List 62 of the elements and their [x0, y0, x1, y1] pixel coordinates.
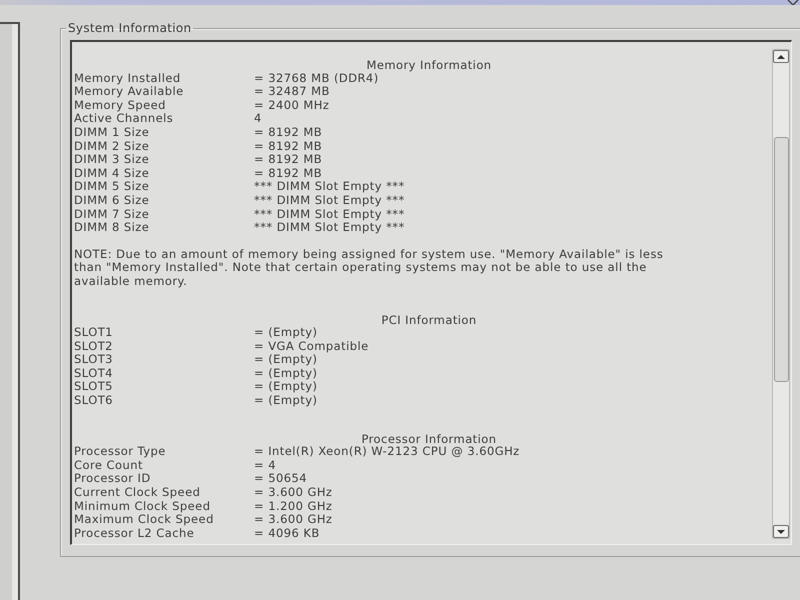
- info-value: = VGA Compatible: [254, 340, 369, 354]
- info-value: *** DIMM Slot Empty ***: [254, 194, 405, 208]
- info-value: = (Empty): [254, 380, 318, 394]
- info-value: = (Empty): [254, 353, 318, 367]
- info-label: Processor Type: [74, 445, 166, 459]
- info-label: Current Clock Speed: [74, 486, 200, 500]
- info-value: = (Empty): [254, 366, 318, 380]
- info-label: SLOT2: [74, 340, 113, 354]
- info-value: = 32768 MB (DDR4): [254, 72, 379, 86]
- info-label: Memory Installed: [74, 72, 181, 86]
- info-label: Memory Speed: [74, 98, 166, 112]
- info-value: = (Empty): [254, 394, 318, 408]
- info-label: SLOT6: [74, 394, 113, 408]
- section-heading: Memory Information: [366, 59, 492, 73]
- info-value: = (Empty): [254, 326, 318, 340]
- scroll-up-button[interactable]: [773, 50, 789, 63]
- info-label: Processor L2 Cache: [74, 526, 194, 540]
- scrollbar[interactable]: [772, 49, 790, 539]
- info-value: *** DIMM Slot Empty ***: [254, 180, 405, 194]
- scroll-thumb[interactable]: [774, 137, 788, 382]
- info-value: = 8192 MB: [254, 126, 322, 140]
- info-label: SLOT5: [74, 380, 113, 394]
- info-value: = 2400 MHz: [254, 98, 330, 112]
- info-label: SLOT3: [74, 353, 113, 367]
- info-label: DIMM 1 Size: [74, 126, 150, 140]
- info-value: = 8192 MB: [254, 153, 322, 167]
- info-value: = 4: [254, 458, 276, 472]
- close-icon[interactable]: [787, 0, 799, 5]
- caret-down-icon: [777, 530, 785, 534]
- info-label: Maximum Clock Speed: [74, 513, 214, 527]
- note-text: NOTE: Due to an amount of memory being assigned for system use. "Memory Available" is less than "Memory Installed". Note that certain operating systems may not be able to use all the available memory.: [74, 248, 664, 288]
- caret-up-icon: [777, 54, 785, 58]
- info-value: = 8192 MB: [254, 166, 322, 180]
- info-label: Core Count: [74, 458, 143, 472]
- info-value: *** DIMM Slot Empty ***: [254, 221, 405, 235]
- info-value: = Intel(R) Xeon(R) W-2123 CPU @ 3.60GHz: [254, 445, 520, 459]
- scroll-down-button[interactable]: [773, 525, 789, 538]
- info-label: Active Channels: [74, 112, 174, 126]
- info-value: 4: [254, 112, 262, 126]
- info-label: DIMM 8 Size: [74, 221, 150, 235]
- info-label: Minimum Clock Speed: [74, 500, 210, 514]
- info-label: DIMM 2 Size: [74, 140, 150, 154]
- info-label: Processor ID: [74, 472, 151, 486]
- info-value: = 3.600 GHz: [254, 513, 332, 527]
- info-value: = 32487 MB: [254, 85, 330, 99]
- info-label: SLOT4: [74, 366, 113, 380]
- info-label: DIMM 7 Size: [74, 208, 150, 222]
- group-title: System Information: [67, 21, 192, 35]
- info-label: DIMM 3 Size: [74, 153, 150, 167]
- info-label: DIMM 4 Size: [74, 166, 150, 180]
- info-value: = 1.200 GHz: [254, 500, 332, 514]
- info-label: Memory Available: [74, 85, 184, 99]
- info-value: = 8192 MB: [254, 140, 322, 154]
- info-value: = 50654: [254, 472, 308, 486]
- section-heading: PCI Information: [381, 314, 477, 328]
- section-heading: Processor Information: [361, 432, 497, 446]
- info-value: = 4096 KB: [254, 526, 320, 540]
- info-label: SLOT1: [74, 326, 113, 340]
- info-label: DIMM 6 Size: [74, 194, 150, 208]
- info-label: DIMM 5 Size: [74, 180, 150, 194]
- info-value: *** DIMM Slot Empty ***: [254, 208, 405, 222]
- info-value: = 3.600 GHz: [254, 486, 332, 500]
